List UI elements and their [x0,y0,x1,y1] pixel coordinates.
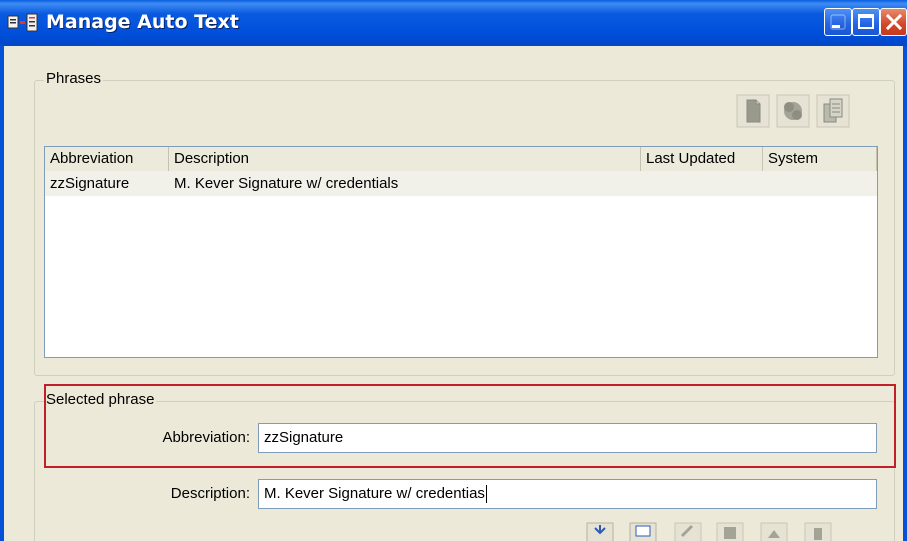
delete-phrase-icon [776,94,810,128]
edit-list-button[interactable] [629,522,657,541]
selected-phrase-group [34,401,895,541]
description-field[interactable]: M. Kever Signature w/ credentias [258,479,877,509]
minimize-button[interactable] [824,8,852,36]
import-button[interactable] [586,522,614,541]
title-bar[interactable]: Manage Auto Text [0,0,907,46]
move-up-button[interactable] [760,522,788,541]
column-header-last-updated[interactable]: Last Updated [641,147,763,171]
column-header-description[interactable]: Description [169,147,641,171]
remove-icon [804,522,832,541]
remove-button[interactable] [804,522,832,541]
minimize-icon [830,14,846,30]
import-icon [586,522,614,541]
dialog-client-area: Phrases Abbreviation Description Last Up… [4,46,903,541]
cell-description: M. Kever Signature w/ credentials [174,175,399,192]
manage-auto-text-window: Manage Auto Text Phrases Abbreviation De… [0,0,907,541]
window-title: Manage Auto Text [46,11,239,33]
copy-phrase-button[interactable] [816,94,850,128]
abbreviation-value: zzSignature [264,429,344,446]
modify-button[interactable] [674,522,702,541]
maximize-button[interactable] [852,8,880,36]
app-icon [7,13,43,33]
window-frame-right [903,46,907,541]
arrow-up-icon [760,522,788,541]
phrases-group-label: Phrases [44,70,104,88]
cell-abbreviation: zzSignature [50,175,130,192]
column-header-system[interactable]: System [763,147,877,171]
column-header-abbreviation[interactable]: Abbreviation [45,147,169,171]
pencil-icon [674,522,702,541]
description-value: M. Kever Signature w/ credentias [264,485,485,502]
phrases-list[interactable]: Abbreviation Description Last Updated Sy… [44,146,878,358]
close-icon [885,13,903,31]
maximize-icon [858,14,874,29]
text-caret [485,485,487,504]
save-icon [716,522,744,541]
selected-phrase-group-label: Selected phrase [44,391,157,409]
description-label: Description: [170,485,250,502]
delete-phrase-button[interactable] [776,94,810,128]
abbreviation-field[interactable]: zzSignature [258,423,877,453]
save-button[interactable] [716,522,744,541]
close-button[interactable] [880,8,907,36]
list-header: Abbreviation Description Last Updated Sy… [45,147,877,172]
new-phrase-icon [736,94,770,128]
new-phrase-button[interactable] [736,94,770,128]
copy-phrase-icon [816,94,850,128]
edit-list-icon [629,522,657,541]
table-row[interactable]: zzSignature M. Kever Signature w/ creden… [45,171,877,196]
abbreviation-label: Abbreviation: [162,429,250,446]
